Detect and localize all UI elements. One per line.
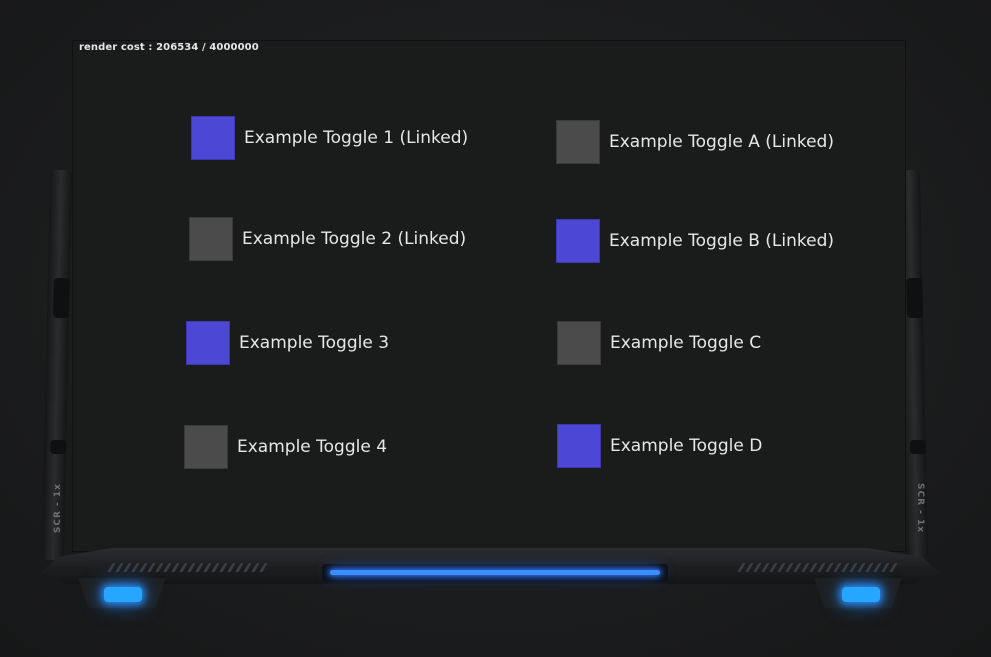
right-rail-clip-lower [909, 440, 926, 454]
right-foot-light [842, 587, 880, 602]
left-rail-clip-lower [50, 440, 67, 454]
left-rail-label: SCR - 1x [53, 483, 63, 534]
toggle-a-label: Example Toggle A (Linked) [609, 132, 834, 152]
toggle-row-a[interactable]: Example Toggle A (Linked) [556, 120, 834, 164]
toggle-2-label: Example Toggle 2 (Linked) [242, 229, 467, 249]
toggle-row-3[interactable]: Example Toggle 3 [186, 321, 389, 365]
toggle-2-checkbox[interactable] [189, 217, 233, 261]
toggle-row-b[interactable]: Example Toggle B (Linked) [556, 219, 834, 263]
toggle-3-checkbox[interactable] [186, 321, 230, 365]
toggle-row-d[interactable]: Example Toggle D [557, 424, 762, 468]
toggle-3-label: Example Toggle 3 [239, 333, 390, 353]
right-vent-grille [737, 563, 898, 572]
toggle-1-checkbox[interactable] [191, 116, 235, 160]
light-strip-icon [322, 564, 668, 582]
toggle-4-checkbox[interactable] [184, 425, 228, 469]
left-vent-grille [107, 563, 268, 572]
render-cost-text: render cost : 206534 / 4000000 [79, 42, 259, 53]
left-rail-clip [52, 278, 70, 318]
light-strip-glow [330, 570, 660, 575]
device-frame: SCR - 1x SCR - 1x render cost : 206534 /… [0, 0, 991, 657]
toggle-b-label: Example Toggle B (Linked) [609, 231, 835, 251]
toggle-b-checkbox[interactable] [556, 219, 600, 263]
toggle-a-checkbox[interactable] [556, 120, 600, 164]
toggle-d-label: Example Toggle D [610, 436, 763, 456]
screen-panel: render cost : 206534 / 4000000 Example T… [72, 40, 906, 552]
right-rail-label: SCR - 1x [915, 483, 925, 534]
toggle-c-checkbox[interactable] [557, 321, 601, 365]
toggle-4-label: Example Toggle 4 [237, 437, 388, 457]
toggle-row-2[interactable]: Example Toggle 2 (Linked) [189, 217, 466, 261]
toggle-row-4[interactable]: Example Toggle 4 [184, 425, 387, 469]
toggle-d-checkbox[interactable] [557, 424, 601, 468]
toggle-row-1[interactable]: Example Toggle 1 (Linked) [191, 116, 468, 160]
toggle-c-label: Example Toggle C [610, 333, 762, 353]
left-foot-light [104, 587, 142, 602]
toggle-row-c[interactable]: Example Toggle C [557, 321, 761, 365]
toggle-1-label: Example Toggle 1 (Linked) [244, 128, 469, 148]
right-rail-clip [906, 278, 924, 318]
